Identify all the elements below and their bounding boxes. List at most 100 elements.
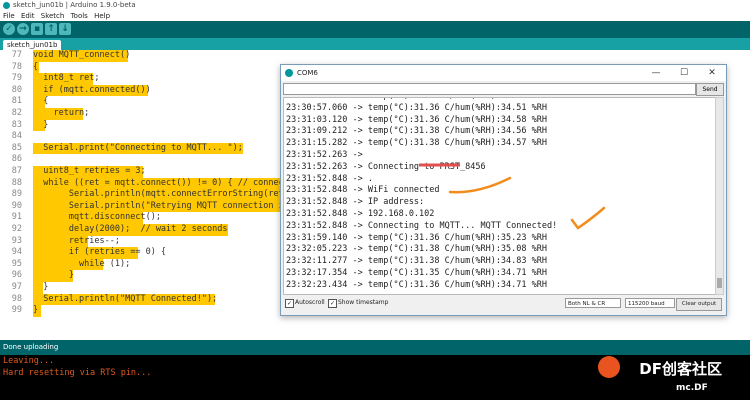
code-text: uint8_t retries = 3; <box>33 166 146 176</box>
line-number: 90 <box>11 200 22 211</box>
open-button[interactable]: ↑ <box>45 23 57 35</box>
code-text: Serial.println("Retrying MQTT connection… <box>33 200 284 211</box>
serial-titlebar: COM6 — ☐ ✕ <box>281 65 726 81</box>
line-number: 93 <box>11 235 22 246</box>
line-number: 98 <box>11 293 22 304</box>
output-console: Leaving... Hard resetting via RTS pin... <box>0 355 750 400</box>
code-text: retries--; <box>33 235 120 246</box>
line-number: 86 <box>11 154 22 165</box>
serial-line: 23:31:03.120 -> temp(°C):31.36 C/hum(%RH… <box>286 114 547 125</box>
timestamp-checkbox[interactable]: ✓ <box>328 299 337 308</box>
serial-line: 23:31:15.282 -> temp(°C):31.38 C/hum(%RH… <box>286 138 547 149</box>
save-button[interactable]: ↓ <box>59 23 71 35</box>
upload-button[interactable]: → <box>17 23 29 35</box>
menu-tools[interactable]: Tools <box>71 12 88 20</box>
line-number: 88 <box>11 177 22 188</box>
code-text: } <box>33 270 74 281</box>
serial-monitor-window: COM6 — ☐ ✕ Send 23:31:51.990 -> temp(°C)… <box>280 64 727 316</box>
line-number: 94 <box>11 247 22 258</box>
df-logo-icon <box>598 356 620 378</box>
serial-line: 23:30:57.060 -> temp(°C):31.36 C/hum(%RH… <box>286 102 547 113</box>
minimize-icon[interactable]: — <box>642 65 670 81</box>
scrollbar-thumb[interactable] <box>717 278 722 288</box>
line-number: 78 <box>11 61 22 72</box>
serial-line: 23:31:52.848 -> . <box>286 173 373 184</box>
output-scrollbar[interactable] <box>715 97 724 295</box>
serial-app-icon <box>285 69 293 77</box>
serial-options: ✓ Autoscroll ✓ Show timestamp Both NL & … <box>283 297 724 311</box>
menu-bar: File Edit Sketch Tools Help <box>0 11 750 21</box>
new-sketch-button[interactable]: ▪ <box>31 23 43 35</box>
code-text: } <box>33 305 39 316</box>
watermark-site: mc.DF <box>676 383 708 393</box>
menu-help[interactable]: Help <box>94 12 110 20</box>
code-line: 77 void MQTT_connect() <box>0 50 750 62</box>
serial-line: 23:31:52.848 -> WiFi connected <box>286 185 440 196</box>
line-number: 87 <box>11 166 22 176</box>
serial-line: 23:32:05.223 -> temp(°C):31.38 C/hum(%RH… <box>286 244 547 255</box>
send-input[interactable] <box>283 83 696 95</box>
line-number: 81 <box>11 96 22 107</box>
code-text: } <box>33 282 49 292</box>
line-number: 84 <box>11 131 22 142</box>
tab-sketch[interactable]: sketch_jun01b <box>3 40 62 50</box>
window-title: sketch_jun01b | Arduino 1.9.0-beta <box>13 1 136 9</box>
code-text: return; <box>33 108 90 118</box>
menu-edit[interactable]: Edit <box>21 12 35 20</box>
line-number: 91 <box>11 212 22 223</box>
line-number: 85 <box>11 142 22 153</box>
code-text: if (retries == 0) { <box>33 247 167 258</box>
serial-line: 23:32:23.434 -> temp(°C):31.36 C/hum(%RH… <box>286 279 547 290</box>
code-text: Serial.println("MQTT Connected!"); <box>33 293 218 304</box>
code-text: } <box>33 119 49 130</box>
toolbar: ✓ → ▪ ↑ ↓ <box>0 21 750 38</box>
serial-line: 23:31:52.848 -> 192.168.0.102 <box>286 209 435 219</box>
serial-line: 23:32:17.354 -> temp(°C):31.35 C/hum(%RH… <box>286 268 547 278</box>
baud-select[interactable]: 115200 baud <box>625 298 675 308</box>
serial-line: 23:31:59.140 -> temp(°C):31.36 C/hum(%RH… <box>286 232 547 243</box>
line-ending-select[interactable]: Both NL & CR <box>565 298 621 308</box>
upload-status: Done uploading <box>0 340 750 355</box>
code-text: Serial.println(mqtt.connectErrorString(r… <box>33 189 284 200</box>
line-number: 83 <box>11 119 22 130</box>
code-text: int8_t ret; <box>33 73 100 84</box>
line-number: 79 <box>11 73 22 84</box>
maximize-icon[interactable]: ☐ <box>670 65 698 81</box>
line-number: 99 <box>11 305 22 316</box>
serial-output[interactable]: 23:31:51.990 -> temp(°C):31.38 C/hum(%RH… <box>283 97 719 295</box>
close-icon[interactable]: ✕ <box>698 65 726 81</box>
code-text: { <box>33 96 49 107</box>
tab-bar: sketch_jun01b <box>0 38 750 50</box>
line-number: 95 <box>11 258 22 269</box>
clear-output-button[interactable]: Clear output <box>676 298 722 311</box>
send-button[interactable]: Send <box>696 83 724 96</box>
code-text: Serial.print("Connecting to MQTT... "); <box>33 142 243 153</box>
verify-button[interactable]: ✓ <box>3 23 15 35</box>
menu-sketch[interactable]: Sketch <box>41 12 65 20</box>
send-row: Send <box>283 83 724 96</box>
serial-line: 23:31:52.848 -> IP address: <box>286 197 425 208</box>
line-number: 77 <box>11 50 22 60</box>
autoscroll-checkbox[interactable]: ✓ <box>285 299 294 308</box>
window-titlebar: sketch_jun01b | Arduino 1.9.0-beta <box>0 0 750 11</box>
code-text: while ((ret = mqtt.connect()) != 0) { //… <box>33 177 289 188</box>
console-line: Leaving... <box>3 356 55 366</box>
watermark-brand: DF创客社区 <box>639 360 722 378</box>
serial-line: 23:31:52.263 -> <box>286 150 363 160</box>
serial-line: 23:31:52.263 -> Connecting to PRST_8456 <box>286 161 486 172</box>
autoscroll-label: Autoscroll <box>295 299 325 306</box>
menu-file[interactable]: File <box>3 12 15 20</box>
serial-line: 23:31:09.212 -> temp(°C):31.38 C/hum(%RH… <box>286 126 547 137</box>
code-text: while (1); <box>33 258 131 269</box>
line-number: 80 <box>11 84 22 95</box>
timestamp-label: Show timestamp <box>338 299 389 306</box>
console-line: Hard resetting via RTS pin... <box>3 368 152 378</box>
code-text: if (mqtt.connected()) <box>33 84 151 95</box>
serial-line: 23:31:52.848 -> Connecting to MQTT... MQ… <box>286 220 558 231</box>
line-number: 97 <box>11 282 22 292</box>
line-number: 92 <box>11 224 22 234</box>
line-number: 89 <box>11 189 22 200</box>
serial-line: 23:32:11.277 -> temp(°C):31.38 C/hum(%RH… <box>286 256 547 267</box>
line-number: 96 <box>11 270 22 281</box>
code-text: void MQTT_connect() <box>33 50 131 60</box>
